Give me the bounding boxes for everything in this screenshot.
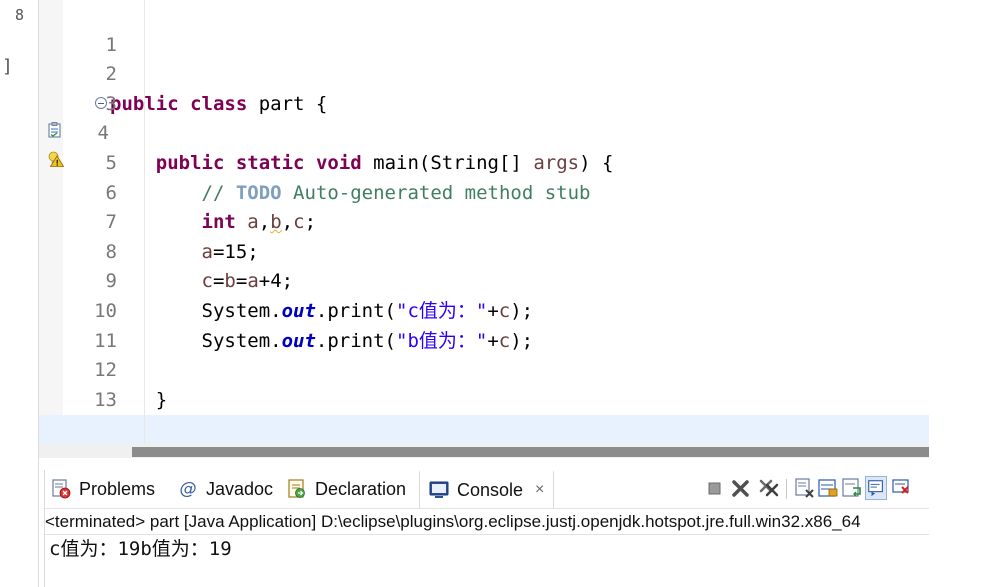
scrollbar-thumb[interactable] xyxy=(132,447,929,457)
warning-lightbulb-icon[interactable] xyxy=(48,151,64,167)
code-line-2[interactable]: 2 public class part { xyxy=(39,31,929,115)
code-line-5[interactable]: 5 // TODO Auto-generated method stub xyxy=(39,119,929,204)
scroll-lock-icon[interactable] xyxy=(817,476,839,500)
tab-label: Declaration xyxy=(315,478,407,499)
code-line-8[interactable]: 8 c=b=a+4; xyxy=(39,208,929,293)
code-line-14[interactable]: 14 } xyxy=(39,386,929,458)
declaration-icon xyxy=(288,479,305,498)
code-line-3[interactable]: 3 xyxy=(39,60,929,115)
code-line-10[interactable]: 10 System.out.print("b值为："+c); xyxy=(39,267,929,352)
code-line-4[interactable]: 4 public static void main(String[] args)… xyxy=(39,90,929,174)
code-line-1[interactable]: 1 xyxy=(39,1,929,56)
remove-launch-icon[interactable] xyxy=(730,476,752,500)
console-status-line: <terminated> part [Java Application] D:\… xyxy=(45,509,929,535)
remove-all-terminated-icon[interactable] xyxy=(758,476,780,500)
left-edge-glyph-top: 8 xyxy=(15,6,25,24)
console-toolbar xyxy=(700,476,929,502)
code-line-11[interactable]: 11 xyxy=(39,297,929,352)
editor-horizontal-scrollbar[interactable] xyxy=(39,444,929,458)
code-line-13[interactable]: 13 xyxy=(39,356,929,411)
tab-console[interactable]: Console × xyxy=(419,470,555,508)
tab-problems[interactable]: Problems xyxy=(51,470,155,508)
code-editor[interactable]: 1 2 public class part { 3 4 public stati… xyxy=(39,0,929,458)
problems-icon xyxy=(52,479,71,499)
show-console-on-output-icon[interactable] xyxy=(865,476,887,500)
terminate-icon[interactable] xyxy=(704,476,726,500)
console-output[interactable]: c值为：19b值为：19 xyxy=(45,535,933,587)
left-edge-glyph-mid: ] xyxy=(2,56,13,77)
console-icon xyxy=(429,481,449,498)
close-icon[interactable]: × xyxy=(535,481,544,499)
task-marker-icon[interactable] xyxy=(48,122,61,138)
word-wrap-icon[interactable] xyxy=(841,476,863,500)
code-line-15-current[interactable]: 15 xyxy=(39,415,929,458)
code-line-9[interactable]: 9 System.out.print("c值为："+c); xyxy=(39,238,929,322)
tab-javadoc[interactable]: @ Javadoc xyxy=(178,470,274,508)
show-console-on-error-icon[interactable] xyxy=(890,476,912,500)
view-separator xyxy=(39,458,929,470)
gutter-divider xyxy=(144,0,145,444)
tab-declaration[interactable]: Declaration xyxy=(287,470,406,508)
tab-label: Console xyxy=(457,479,524,500)
tab-label: Javadoc xyxy=(206,478,274,499)
code-line-12[interactable]: 12 } xyxy=(39,327,929,411)
left-edge-strip: 8 ] xyxy=(0,0,38,587)
fold-collapse-icon[interactable] xyxy=(95,97,107,109)
code-line-7[interactable]: 7 a=15; xyxy=(39,179,929,263)
clear-console-icon[interactable] xyxy=(793,476,815,500)
code-line-6[interactable]: 6 int a,b,c; xyxy=(39,149,929,234)
javadoc-icon: @ xyxy=(179,479,197,499)
tab-label: Problems xyxy=(79,478,156,499)
toolbar-separator xyxy=(786,479,787,499)
